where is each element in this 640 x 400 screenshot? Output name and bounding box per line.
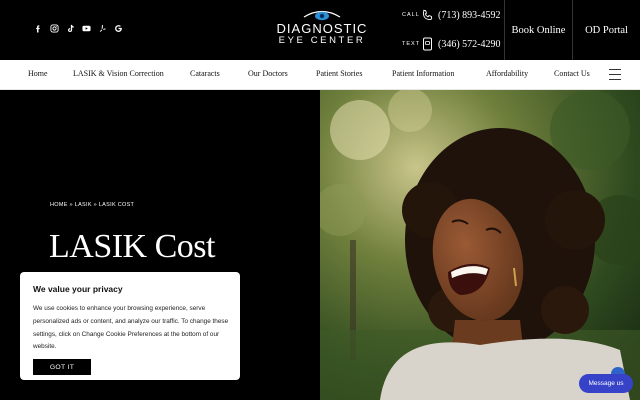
text-number: (346) 572-4290 xyxy=(438,38,501,50)
main-nav: Home LASIK & Vision Correction Cataracts… xyxy=(0,60,640,90)
page-title: LASIK Cost xyxy=(49,228,215,265)
cookie-body: We use cookies to enhance your browsing … xyxy=(33,305,229,351)
od-portal-button[interactable]: OD Portal xyxy=(572,0,640,60)
tiktok-icon[interactable] xyxy=(66,24,75,33)
youtube-icon[interactable] xyxy=(82,24,91,33)
nav-item-patient-stories[interactable]: Patient Stories xyxy=(316,69,362,78)
nav-item-our-doctors[interactable]: Our Doctors xyxy=(248,69,288,78)
call-number: (713) 893-4592 xyxy=(438,9,501,21)
logo-line1: DIAGNOSTIC xyxy=(276,21,368,36)
message-us-button[interactable]: Message us xyxy=(579,374,633,393)
nav-item-home[interactable]: Home xyxy=(28,69,48,78)
got-it-button[interactable]: GOT IT xyxy=(33,359,91,375)
nav-item-lasik[interactable]: LASIK & Vision Correction xyxy=(73,69,164,78)
nav-item-cataracts[interactable]: Cataracts xyxy=(190,69,220,78)
laughing-woman-photo xyxy=(320,90,640,400)
site-header: DIAGNOSTIC EYE CENTER CALL (713) 893-459… xyxy=(0,0,640,60)
breadcrumb: HOME » LASIK » LASIK COST xyxy=(50,202,135,208)
text-link[interactable]: TEXT (346) 572-4290 xyxy=(402,36,501,52)
text-label: TEXT xyxy=(402,41,421,47)
social-links xyxy=(34,24,123,33)
nav-item-patient-information[interactable]: Patient Information xyxy=(392,69,454,78)
mobile-text-icon xyxy=(420,37,434,51)
logo-line2: EYE CENTER xyxy=(278,35,366,46)
cookie-title: We value your privacy xyxy=(33,284,123,294)
cookie-consent-dialog: We value your privacy We use cookies to … xyxy=(20,272,240,380)
yelp-icon[interactable] xyxy=(98,24,107,33)
google-icon[interactable] xyxy=(114,24,123,33)
call-label: CALL xyxy=(402,12,420,18)
hamburger-menu-icon[interactable] xyxy=(609,69,621,80)
site-logo[interactable]: DIAGNOSTIC EYE CENTER xyxy=(272,8,372,54)
call-link[interactable]: CALL (713) 893-4592 xyxy=(402,7,501,23)
nav-item-contact-us[interactable]: Contact Us xyxy=(554,69,590,78)
facebook-icon[interactable] xyxy=(34,24,43,33)
book-online-button[interactable]: Book Online xyxy=(504,0,572,60)
phone-icon xyxy=(420,8,434,22)
eye-logo-icon xyxy=(303,10,341,21)
instagram-icon[interactable] xyxy=(50,24,59,33)
nav-item-affordability[interactable]: Affordability xyxy=(486,69,528,78)
hero-image xyxy=(320,90,640,400)
